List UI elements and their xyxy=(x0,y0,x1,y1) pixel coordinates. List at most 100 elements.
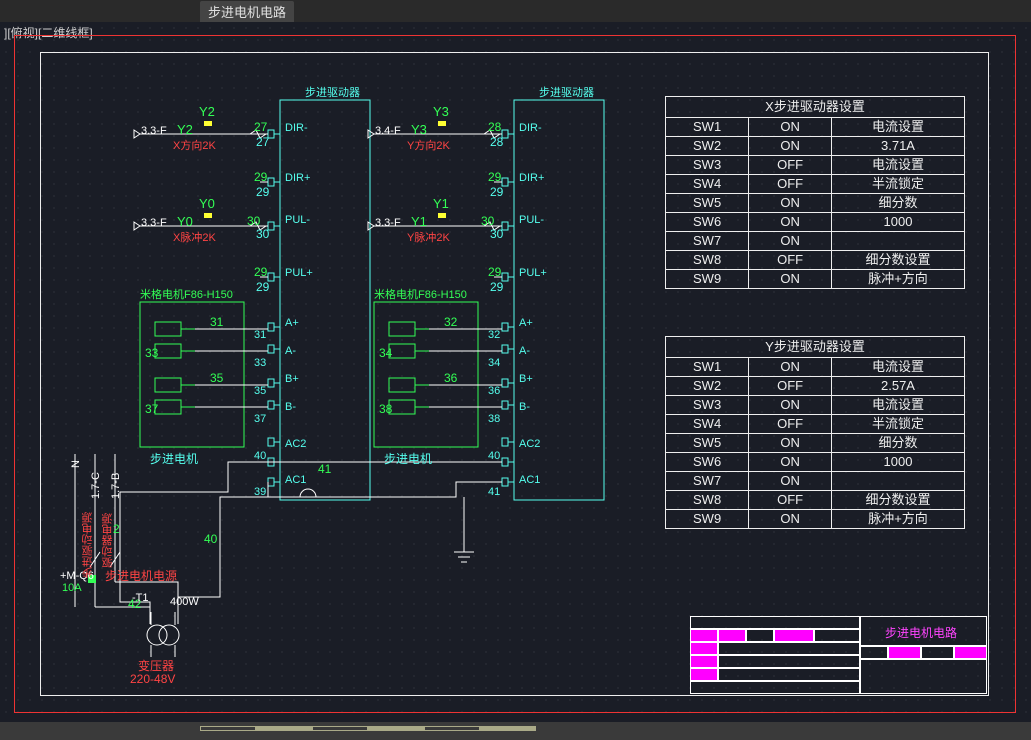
table-row: SW3ON电流设置 xyxy=(666,396,965,415)
mw-l1: 31 xyxy=(210,315,223,329)
pin-x-bm: B- xyxy=(285,401,296,413)
table-cell: 脉冲+方向 xyxy=(832,270,965,289)
mw-l4: 37 xyxy=(145,402,158,416)
table-cell: SW6 xyxy=(666,453,749,472)
label-wire-29g2: 29 xyxy=(254,265,267,279)
table-cell: 细分数设置 xyxy=(832,491,965,510)
label-y-y3-hdr: Y3 xyxy=(433,104,449,119)
pin-y-bm: B- xyxy=(519,401,530,413)
aux-ref: 1.7-B xyxy=(110,454,122,499)
table-cell: SW9 xyxy=(666,510,749,529)
pinno-x-bp: 35 xyxy=(254,385,266,397)
table-row: SW3OFF电流设置 xyxy=(666,156,965,175)
label-x-y0: Y0 xyxy=(177,214,193,229)
table-cell: 1000 xyxy=(832,453,965,472)
label-y-y1-hdr: Y1 xyxy=(433,196,449,211)
label-y-wire-30c: 30 xyxy=(490,227,503,241)
pinno-x-ac1: 39 xyxy=(254,486,266,498)
table-cell xyxy=(832,472,965,491)
table-cell xyxy=(832,232,965,251)
table-cell: ON xyxy=(749,358,832,377)
pin-x-bp: B+ xyxy=(285,373,299,385)
label-x-cap-bot: X脉冲2K xyxy=(173,229,216,245)
table-cell: 电流设置 xyxy=(832,396,965,415)
pin-y-dirm: DIR- xyxy=(519,122,542,134)
pin-x-ac2: AC2 xyxy=(285,438,306,450)
label-y-wire-28c: 28 xyxy=(490,135,503,149)
mw-r3: 36 xyxy=(444,371,457,385)
pin-y-pulm: PUL- xyxy=(519,214,544,226)
table-cell: SW4 xyxy=(666,175,749,194)
table-row: SW2ON3.71A xyxy=(666,137,965,156)
pinno-y-ap: 32 xyxy=(488,329,500,341)
label-wire-29c2: 29 xyxy=(256,280,269,294)
label-y-y1: Y1 xyxy=(411,214,427,229)
table-cell: SW3 xyxy=(666,156,749,175)
pin-y-bp: B+ xyxy=(519,373,533,385)
mw-r4: 38 xyxy=(379,402,392,416)
table-row: SW9ON脉冲+方向 xyxy=(666,510,965,529)
table-cell: ON xyxy=(749,137,832,156)
table-row: SW4OFF半流锁定 xyxy=(666,175,965,194)
label-y-wire-28g: 28 xyxy=(488,120,501,134)
mw-l3: 35 xyxy=(210,371,223,385)
breaker-model: 1.7-C xyxy=(90,454,102,499)
table-cell: 细分数 xyxy=(832,194,965,213)
table-cell: OFF xyxy=(749,251,832,270)
label-x-y0-hdr: Y0 xyxy=(199,196,215,211)
table-cell: SW5 xyxy=(666,194,749,213)
table-cell: OFF xyxy=(749,175,832,194)
pin-x-dirm: DIR- xyxy=(285,122,308,134)
label-x-cap-top: X方向2K xyxy=(173,137,216,153)
table-cell: SW4 xyxy=(666,415,749,434)
label-wire-29g: 29 xyxy=(254,170,267,184)
pin-x-dirp: DIR+ xyxy=(285,172,310,184)
table-y-driver-settings: Y步进驱动器设置SW1ON电流设置SW2OFF2.57ASW3ON电流设置SW4… xyxy=(665,336,965,529)
titleblock-name: 步进电机电路 xyxy=(885,624,957,641)
table-row: SW9ON脉冲+方向 xyxy=(666,270,965,289)
document-tab[interactable]: 步进电机电路 xyxy=(200,1,294,22)
table-cell: SW8 xyxy=(666,251,749,270)
mw-r2: 34 xyxy=(379,346,392,360)
pinno-x-ac2: 40 xyxy=(254,450,266,462)
pinno-x-bm: 37 xyxy=(254,413,266,425)
label-y-driver: 步进驱动器 xyxy=(539,84,594,100)
table-cell: SW9 xyxy=(666,270,749,289)
pin-y-am: A- xyxy=(519,345,530,357)
label-y-wire-29g2: 29 xyxy=(488,265,501,279)
table-cell: SW3 xyxy=(666,396,749,415)
table-cell: OFF xyxy=(749,377,832,396)
pinno-y-bp: 36 xyxy=(488,385,500,397)
table-cell: ON xyxy=(749,510,832,529)
trans-w: 400W xyxy=(170,596,199,608)
table-cell: 电流设置 xyxy=(832,118,965,137)
pwr-wire-no: 2 xyxy=(113,522,120,536)
table-row: SW6ON1000 xyxy=(666,453,965,472)
table-x-driver-settings: X步进驱动器设置SW1ON电流设置SW2ON3.71ASW3OFF电流设置SW4… xyxy=(665,96,965,289)
pinno-y-bm: 38 xyxy=(488,413,500,425)
table-cell: ON xyxy=(749,434,832,453)
label-y-wire-29g: 29 xyxy=(488,170,501,184)
table-cell: OFF xyxy=(749,415,832,434)
table-cell: 1000 xyxy=(832,213,965,232)
pinno-x-am: 33 xyxy=(254,357,266,369)
mw-r1: 32 xyxy=(444,315,457,329)
table-row: SW1ON电流设置 xyxy=(666,358,965,377)
label-motor-y: 步进电机 xyxy=(384,450,432,467)
pwr-caption: 步进电机电源 xyxy=(105,567,177,584)
pin-y-ap: A+ xyxy=(519,317,533,329)
label-y-wire-29c: 29 xyxy=(490,185,503,199)
label-y-sig-bot: 3.3-F xyxy=(375,217,401,229)
table-cell: SW7 xyxy=(666,472,749,491)
pin-x-pulp: PUL+ xyxy=(285,267,313,279)
table-cell: 细分数 xyxy=(832,434,965,453)
drawing-canvas[interactable]: ][俯视][二维线框] xyxy=(0,22,1031,722)
table-row: SW7ON xyxy=(666,232,965,251)
table-cell: OFF xyxy=(749,156,832,175)
table-cell: ON xyxy=(749,194,832,213)
table-cell: 3.71A xyxy=(832,137,965,156)
pinno-y-ac2: 40 xyxy=(488,450,500,462)
pin-y-pulp: PUL+ xyxy=(519,267,547,279)
label-wire-30g: 30 xyxy=(247,214,260,228)
table-cell: SW8 xyxy=(666,491,749,510)
